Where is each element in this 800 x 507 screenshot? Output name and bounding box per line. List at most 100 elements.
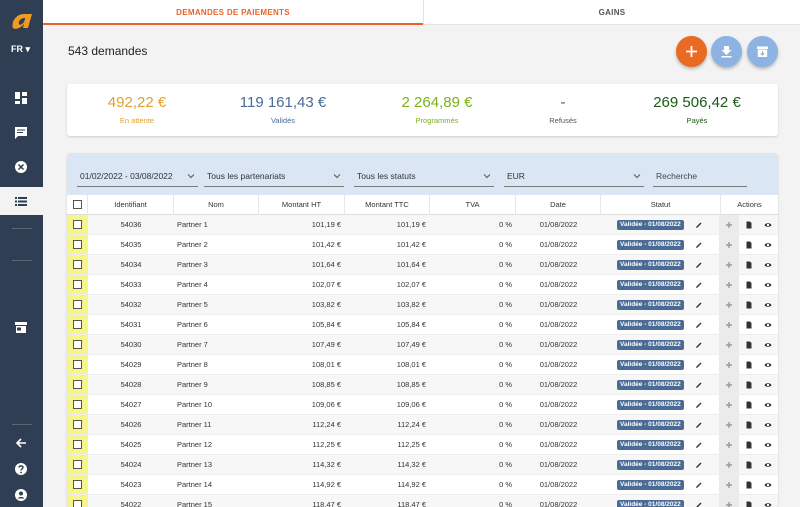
eye-icon[interactable] bbox=[764, 381, 772, 389]
table-row[interactable]: 54026 Partner 11 112,24 € 112,24 € 0 % 01/08/… bbox=[67, 415, 778, 435]
row-checkbox[interactable] bbox=[73, 360, 82, 369]
table-row[interactable]: 54035 Partner 2 101,42 € 101,42 € 0 % 01/08/2… bbox=[67, 235, 778, 255]
row-checkbox[interactable] bbox=[73, 460, 82, 469]
store-icon[interactable] bbox=[14, 320, 28, 334]
edit-icon[interactable] bbox=[695, 221, 703, 229]
document-icon[interactable] bbox=[745, 441, 753, 449]
row-checkbox[interactable] bbox=[73, 320, 82, 329]
header-amount-ttc[interactable]: Montant TTC bbox=[345, 195, 430, 215]
eye-icon[interactable] bbox=[764, 321, 772, 329]
table-row[interactable]: 54027 Partner 10 109,06 € 109,06 € 0 % 01/08/… bbox=[67, 395, 778, 415]
document-icon[interactable] bbox=[745, 321, 753, 329]
document-icon[interactable] bbox=[745, 381, 753, 389]
edit-icon[interactable] bbox=[695, 341, 703, 349]
row-checkbox[interactable] bbox=[73, 420, 82, 429]
row-checkbox[interactable] bbox=[73, 240, 82, 249]
table-row[interactable]: 54031 Partner 6 105,84 € 105,84 € 0 % 01/08/2… bbox=[67, 315, 778, 335]
plus-icon[interactable] bbox=[725, 501, 733, 507]
table-row[interactable]: 54033 Partner 4 102,07 € 102,07 € 0 % 01/08/2… bbox=[67, 275, 778, 295]
plus-icon[interactable] bbox=[725, 381, 733, 389]
document-icon[interactable] bbox=[745, 301, 753, 309]
eye-icon[interactable] bbox=[764, 421, 772, 429]
table-row[interactable]: 54022 Partner 15 118,47 € 118,47 € 0 % 01/08/… bbox=[67, 495, 778, 507]
edit-icon[interactable] bbox=[695, 401, 703, 409]
row-checkbox[interactable] bbox=[73, 500, 82, 507]
eye-icon[interactable] bbox=[764, 221, 772, 229]
status-select[interactable]: Tous les statuts bbox=[354, 168, 494, 187]
row-checkbox[interactable] bbox=[73, 300, 82, 309]
eye-icon[interactable] bbox=[764, 281, 772, 289]
edit-icon[interactable] bbox=[695, 461, 703, 469]
edit-icon[interactable] bbox=[695, 381, 703, 389]
header-id[interactable]: Identifiant bbox=[88, 195, 174, 215]
eye-icon[interactable] bbox=[764, 301, 772, 309]
plus-icon[interactable] bbox=[725, 301, 733, 309]
eye-icon[interactable] bbox=[764, 501, 772, 507]
edit-icon[interactable] bbox=[695, 361, 703, 369]
table-row[interactable]: 54034 Partner 3 101,64 € 101,64 € 0 % 01/08/2… bbox=[67, 255, 778, 275]
cancel-icon[interactable] bbox=[14, 160, 28, 174]
plus-icon[interactable] bbox=[725, 401, 733, 409]
header-name[interactable]: Nom bbox=[174, 195, 259, 215]
logo-icon[interactable] bbox=[10, 10, 34, 32]
table-row[interactable]: 54030 Partner 7 107,49 € 107,49 € 0 % 01/08/2… bbox=[67, 335, 778, 355]
edit-icon[interactable] bbox=[695, 301, 703, 309]
plus-icon[interactable] bbox=[725, 241, 733, 249]
edit-icon[interactable] bbox=[695, 481, 703, 489]
edit-icon[interactable] bbox=[695, 281, 703, 289]
tab-payment-requests[interactable]: DEMANDES DE PAIEMENTS bbox=[43, 0, 423, 25]
eye-icon[interactable] bbox=[764, 361, 772, 369]
document-icon[interactable] bbox=[745, 501, 753, 507]
edit-icon[interactable] bbox=[695, 241, 703, 249]
date-range-select[interactable]: 01/02/2022 - 03/08/2022 bbox=[77, 168, 198, 187]
edit-icon[interactable] bbox=[695, 261, 703, 269]
account-icon[interactable] bbox=[14, 488, 28, 502]
eye-icon[interactable] bbox=[764, 261, 772, 269]
document-icon[interactable] bbox=[745, 341, 753, 349]
dashboard-icon[interactable] bbox=[14, 91, 28, 105]
document-icon[interactable] bbox=[745, 281, 753, 289]
table-row[interactable]: 54025 Partner 12 112,25 € 112,25 € 0 % 01/08/… bbox=[67, 435, 778, 455]
table-row[interactable]: 54032 Partner 5 103,82 € 103,82 € 0 % 01/08/2… bbox=[67, 295, 778, 315]
chat-icon[interactable] bbox=[14, 126, 28, 140]
plus-icon[interactable] bbox=[725, 261, 733, 269]
document-icon[interactable] bbox=[745, 421, 753, 429]
document-icon[interactable] bbox=[745, 461, 753, 469]
row-checkbox[interactable] bbox=[73, 480, 82, 489]
plus-icon[interactable] bbox=[725, 421, 733, 429]
eye-icon[interactable] bbox=[764, 241, 772, 249]
document-icon[interactable] bbox=[745, 361, 753, 369]
list-icon[interactable] bbox=[14, 194, 28, 208]
edit-icon[interactable] bbox=[695, 421, 703, 429]
table-row[interactable]: 54023 Partner 14 114,92 € 114,92 € 0 % 01/08/… bbox=[67, 475, 778, 495]
plus-icon[interactable] bbox=[725, 341, 733, 349]
plus-icon[interactable] bbox=[725, 321, 733, 329]
download-button[interactable] bbox=[711, 36, 742, 67]
eye-icon[interactable] bbox=[764, 481, 772, 489]
currency-select[interactable]: EUR bbox=[504, 168, 644, 187]
plus-icon[interactable] bbox=[725, 461, 733, 469]
select-all-checkbox[interactable] bbox=[73, 200, 82, 209]
row-checkbox[interactable] bbox=[73, 340, 82, 349]
row-checkbox[interactable] bbox=[73, 380, 82, 389]
edit-icon[interactable] bbox=[695, 321, 703, 329]
document-icon[interactable] bbox=[745, 401, 753, 409]
plus-icon[interactable] bbox=[725, 361, 733, 369]
add-request-button[interactable] bbox=[676, 36, 707, 67]
row-checkbox[interactable] bbox=[73, 220, 82, 229]
eye-icon[interactable] bbox=[764, 441, 772, 449]
help-icon[interactable] bbox=[14, 462, 28, 476]
plus-icon[interactable] bbox=[725, 481, 733, 489]
edit-icon[interactable] bbox=[695, 501, 703, 507]
eye-icon[interactable] bbox=[764, 341, 772, 349]
eye-icon[interactable] bbox=[764, 401, 772, 409]
table-row[interactable]: 54024 Partner 13 114,32 € 114,32 € 0 % 01/08/… bbox=[67, 455, 778, 475]
document-icon[interactable] bbox=[745, 481, 753, 489]
header-status[interactable]: Statut bbox=[601, 195, 721, 215]
table-row[interactable]: 54029 Partner 8 108,01 € 108,01 € 0 % 01/08/2… bbox=[67, 355, 778, 375]
row-checkbox[interactable] bbox=[73, 400, 82, 409]
header-amount-ht[interactable]: Montant HT bbox=[259, 195, 345, 215]
edit-icon[interactable] bbox=[695, 441, 703, 449]
row-checkbox[interactable] bbox=[73, 260, 82, 269]
row-checkbox[interactable] bbox=[73, 280, 82, 289]
